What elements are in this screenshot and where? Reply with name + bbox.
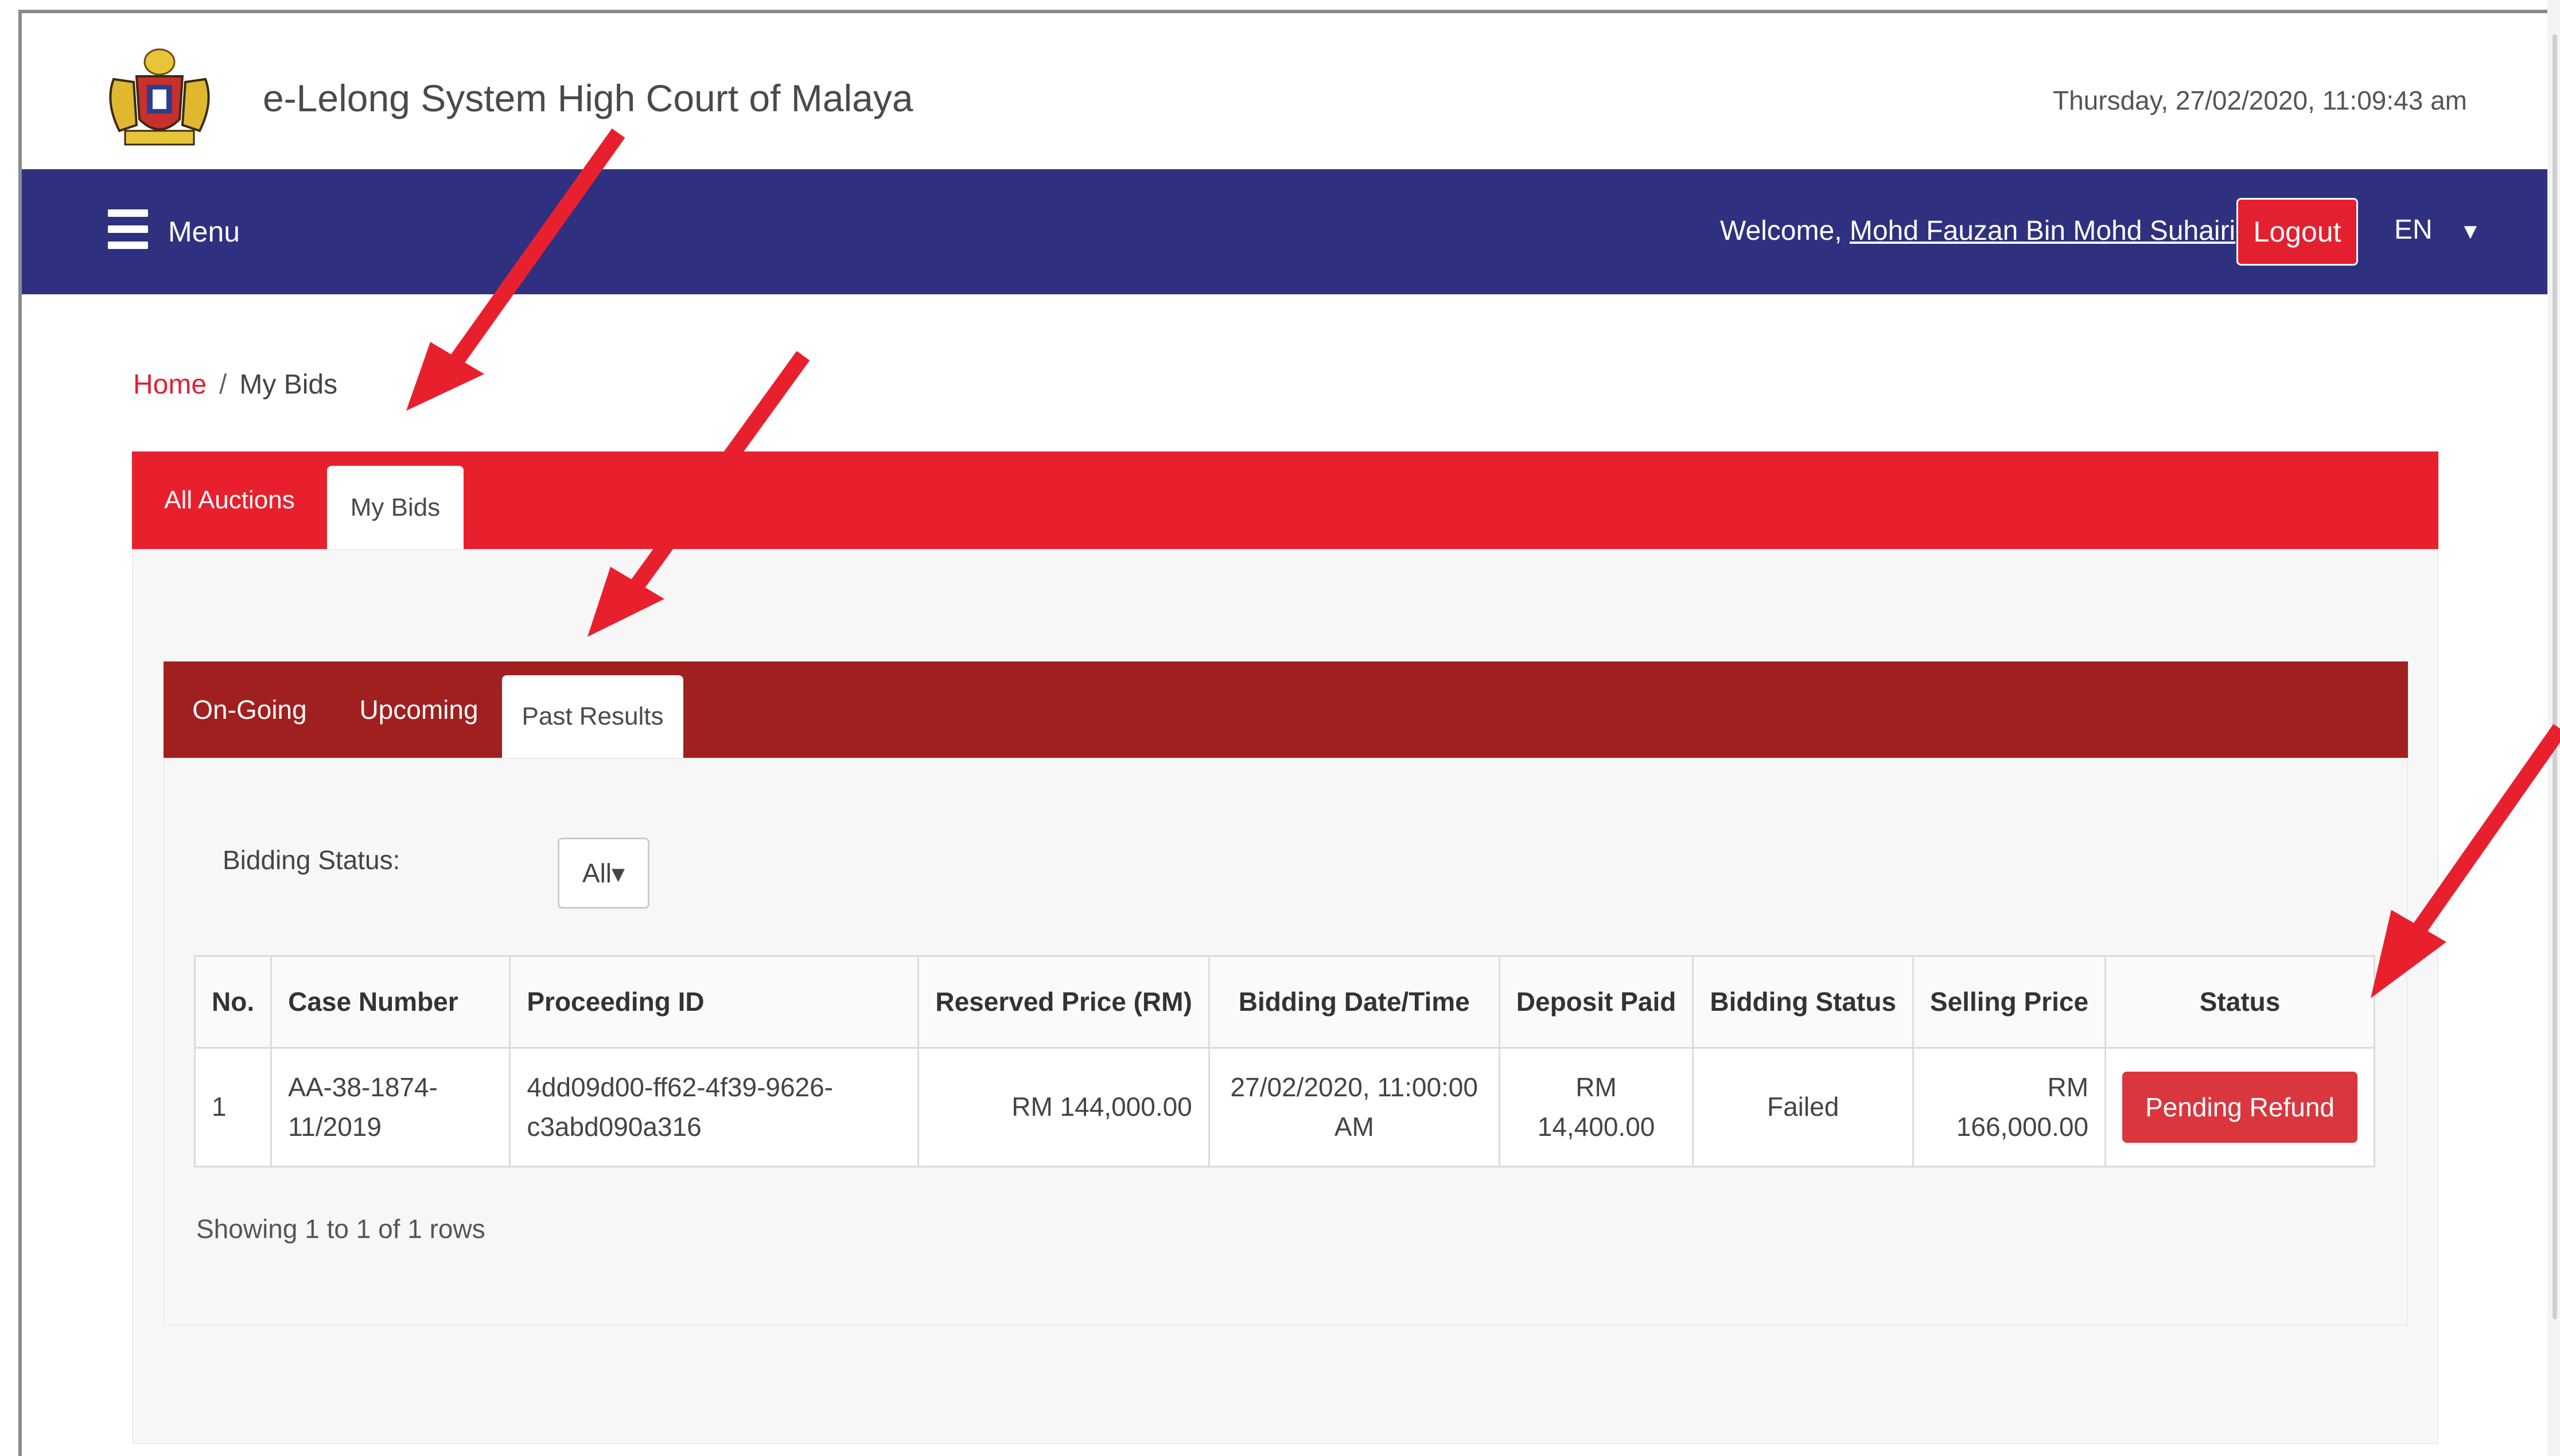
main-tab-bar: All Auctions My Bids xyxy=(132,451,2438,549)
breadcrumb-separator: / xyxy=(219,369,227,400)
caret-down-icon: ▼ xyxy=(2460,220,2481,244)
site-title: e-Lelong System High Court of Malaya xyxy=(263,77,913,119)
cell-reserved-price: RM 144,000.00 xyxy=(918,1048,1210,1166)
pagination-info: Showing 1 to 1 of 1 rows xyxy=(196,1214,485,1244)
cell-selling-price: RM 166,000.00 xyxy=(1913,1048,2107,1166)
welcome-prefix: Welcome, xyxy=(1720,216,1850,246)
column-header-proceeding-id: Proceeding ID xyxy=(509,957,920,1049)
breadcrumb-home-link[interactable]: Home xyxy=(133,369,207,400)
breadcrumb-current: My Bids xyxy=(239,369,338,400)
site-header: e-Lelong System High Court of Malaya Thu… xyxy=(22,13,2547,169)
current-datetime: Thursday, 27/02/2020, 11:09:43 am xyxy=(2052,85,2467,115)
column-header-bidding-datetime: Bidding Date/Time xyxy=(1209,957,1500,1049)
column-header-deposit-paid: Deposit Paid xyxy=(1499,957,1694,1049)
column-header-no: No. xyxy=(196,957,273,1049)
cell-no: 1 xyxy=(196,1048,273,1166)
tab-all-auctions[interactable]: All Auctions xyxy=(132,451,327,549)
bidding-status-filter-label: Bidding Status: xyxy=(223,845,400,875)
malaysia-coat-of-arms-logo xyxy=(109,48,210,146)
table-row: 1 AA-38-1874-11/2019 4dd09d00-ff62-4f39-… xyxy=(196,1048,2374,1166)
hamburger-menu-icon[interactable] xyxy=(108,207,148,252)
cell-proceeding-id: 4dd09d00-ff62-4f39-9626-c3abd090a316 xyxy=(509,1048,920,1166)
logout-button[interactable]: Logout xyxy=(2236,198,2358,266)
cell-case-number: AA-38-1874-11/2019 xyxy=(271,1048,511,1166)
scrollbar-thumb[interactable] xyxy=(2553,34,2557,1319)
tab-my-bids[interactable]: My Bids xyxy=(327,466,464,549)
menu-label[interactable]: Menu xyxy=(168,215,240,248)
column-header-status: Status xyxy=(2105,957,2374,1049)
column-header-case-number: Case Number xyxy=(271,957,511,1049)
cell-deposit-paid: RM 14,400.00 xyxy=(1499,1048,1694,1166)
table-header-row: No. Case Number Proceeding ID Reserved P… xyxy=(196,957,2374,1049)
sub-tab-bar: On-Going Upcoming Past Results xyxy=(164,661,2408,758)
user-profile-link[interactable]: Mohd Fauzan Bin Mohd Suhairi xyxy=(1850,216,2235,246)
cell-bidding-datetime: 27/02/2020, 11:00:00 AM xyxy=(1209,1048,1500,1166)
cell-bidding-status: Failed xyxy=(1693,1048,1914,1166)
language-code: EN xyxy=(2394,215,2433,245)
cell-status: Pending Refund xyxy=(2106,1048,2374,1166)
tab-past-results[interactable]: Past Results xyxy=(502,675,683,758)
pending-refund-button[interactable]: Pending Refund xyxy=(2122,1071,2357,1143)
welcome-message: Welcome, Mohd Fauzan Bin Mohd Suhairi! xyxy=(1720,215,2243,247)
tab-on-going[interactable]: On-Going xyxy=(164,661,336,758)
bidding-status-dropdown[interactable]: All▾ xyxy=(558,838,649,909)
language-selector[interactable]: EN ▼ xyxy=(2394,214,2481,246)
tab-upcoming[interactable]: Upcoming xyxy=(336,661,502,758)
column-header-bidding-status: Bidding Status xyxy=(1693,957,1914,1049)
column-header-selling-price: Selling Price xyxy=(1913,957,2107,1049)
breadcrumb: Home / My Bids xyxy=(133,369,337,400)
column-header-reserved-price: Reserved Price (RM) xyxy=(918,957,1210,1049)
past-results-table: No. Case Number Proceeding ID Reserved P… xyxy=(194,955,2375,1167)
main-navbar: Menu Welcome, Mohd Fauzan Bin Mohd Suhai… xyxy=(22,169,2547,294)
